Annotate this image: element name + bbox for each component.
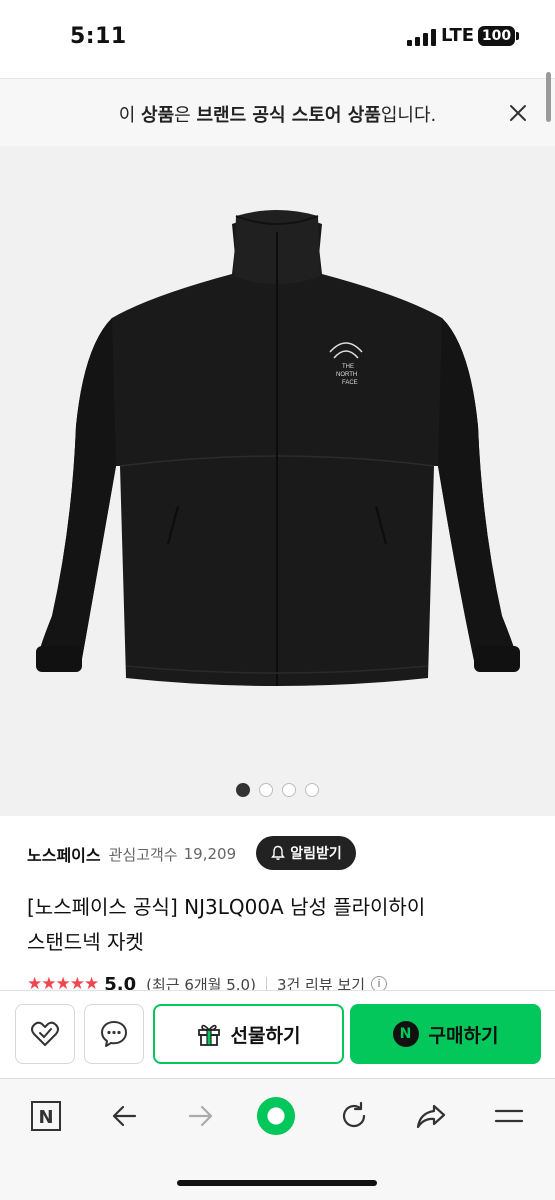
forward-button[interactable]	[181, 1096, 221, 1136]
bell-plus-icon	[271, 845, 286, 860]
gift-icon	[197, 1024, 220, 1046]
signal-icon	[407, 29, 437, 46]
divider	[265, 977, 267, 991]
home-indicator[interactable]	[177, 1180, 377, 1186]
image-pager-dot[interactable]	[305, 783, 319, 797]
product-title: [노스페이스 공식] NJ3LQ00A 남성 플라이하이 스탠드넥 자켓	[27, 890, 527, 960]
chat-button[interactable]	[84, 1004, 144, 1064]
banner-text-prefix: 이	[118, 105, 142, 126]
refresh-button[interactable]	[334, 1096, 374, 1136]
logo-line-1: THE	[342, 364, 354, 370]
arrow-left-icon	[112, 1105, 137, 1127]
menu-button[interactable]	[489, 1096, 529, 1136]
banner-text-mid: 은	[174, 105, 197, 126]
arrow-right-icon	[188, 1105, 213, 1127]
gift-label: 선물하기	[230, 1024, 301, 1047]
naver-home-button[interactable]: N	[26, 1096, 66, 1136]
naver-n-icon: N	[31, 1101, 61, 1131]
image-pager[interactable]	[236, 783, 319, 797]
logo-line-2: NORTH	[336, 372, 357, 378]
product-image[interactable]: THE NORTH FACE	[0, 146, 555, 816]
banner-text-bold-store: 브랜드 공식 스토어 상품	[196, 105, 381, 126]
notification-button[interactable]: 알림받기	[256, 836, 356, 870]
logo-line-3: FACE	[342, 380, 358, 386]
fan-count-label: 관심고객수	[108, 845, 178, 864]
jacket-image: THE NORTH FACE	[36, 210, 520, 686]
back-button[interactable]	[104, 1096, 144, 1136]
brand-name[interactable]: 노스페이스	[27, 842, 101, 866]
naver-logo-text: N	[38, 1107, 53, 1128]
share-arrow-icon	[416, 1104, 446, 1129]
fan-count: 19,209	[183, 845, 237, 863]
green-dot-icon	[256, 1096, 296, 1136]
buy-label: 구매하기	[428, 1024, 499, 1047]
brand-row: 노스페이스 관심고객수 19,209	[27, 838, 236, 870]
close-banner-icon[interactable]	[506, 101, 530, 125]
image-pager-dot[interactable]	[282, 783, 296, 797]
chat-bubble-icon	[101, 1021, 127, 1047]
image-pager-dot[interactable]	[259, 783, 273, 797]
like-button[interactable]	[15, 1004, 75, 1064]
buy-button[interactable]: N 구매하기	[350, 1004, 541, 1064]
image-pager-dot[interactable]	[236, 783, 250, 797]
share-button[interactable]	[411, 1096, 451, 1136]
product-title-line-1: [노스페이스 공식] NJ3LQ00A 남성 플라이하이	[27, 895, 426, 919]
npay-icon: N	[392, 1021, 419, 1047]
banner-text-bold-product: 상품	[141, 105, 175, 126]
scroll-indicator[interactable]	[546, 72, 551, 122]
battery-tip	[516, 32, 519, 40]
green-dot-button[interactable]	[256, 1096, 296, 1136]
heart-check-icon	[31, 1021, 59, 1046]
battery-icon: 100	[478, 26, 515, 46]
hamburger-menu-icon	[494, 1109, 524, 1123]
product-title-line-2: 스탠드넥 자켓	[27, 930, 144, 954]
refresh-icon	[342, 1101, 366, 1128]
notification-label: 알림받기	[290, 846, 342, 862]
banner-text-suffix: 입니다.	[380, 105, 437, 126]
official-store-banner: 이 상품은 브랜드 공식 스토어 상품입니다.	[0, 78, 555, 146]
gift-button[interactable]: 선물하기	[153, 1004, 344, 1064]
official-store-text: 이 상품은 브랜드 공식 스토어 상품입니다.	[0, 101, 555, 127]
network-type: LTE	[441, 25, 475, 46]
status-bar: 5:11 LTE 100	[0, 0, 555, 78]
status-time: 5:11	[70, 24, 127, 49]
